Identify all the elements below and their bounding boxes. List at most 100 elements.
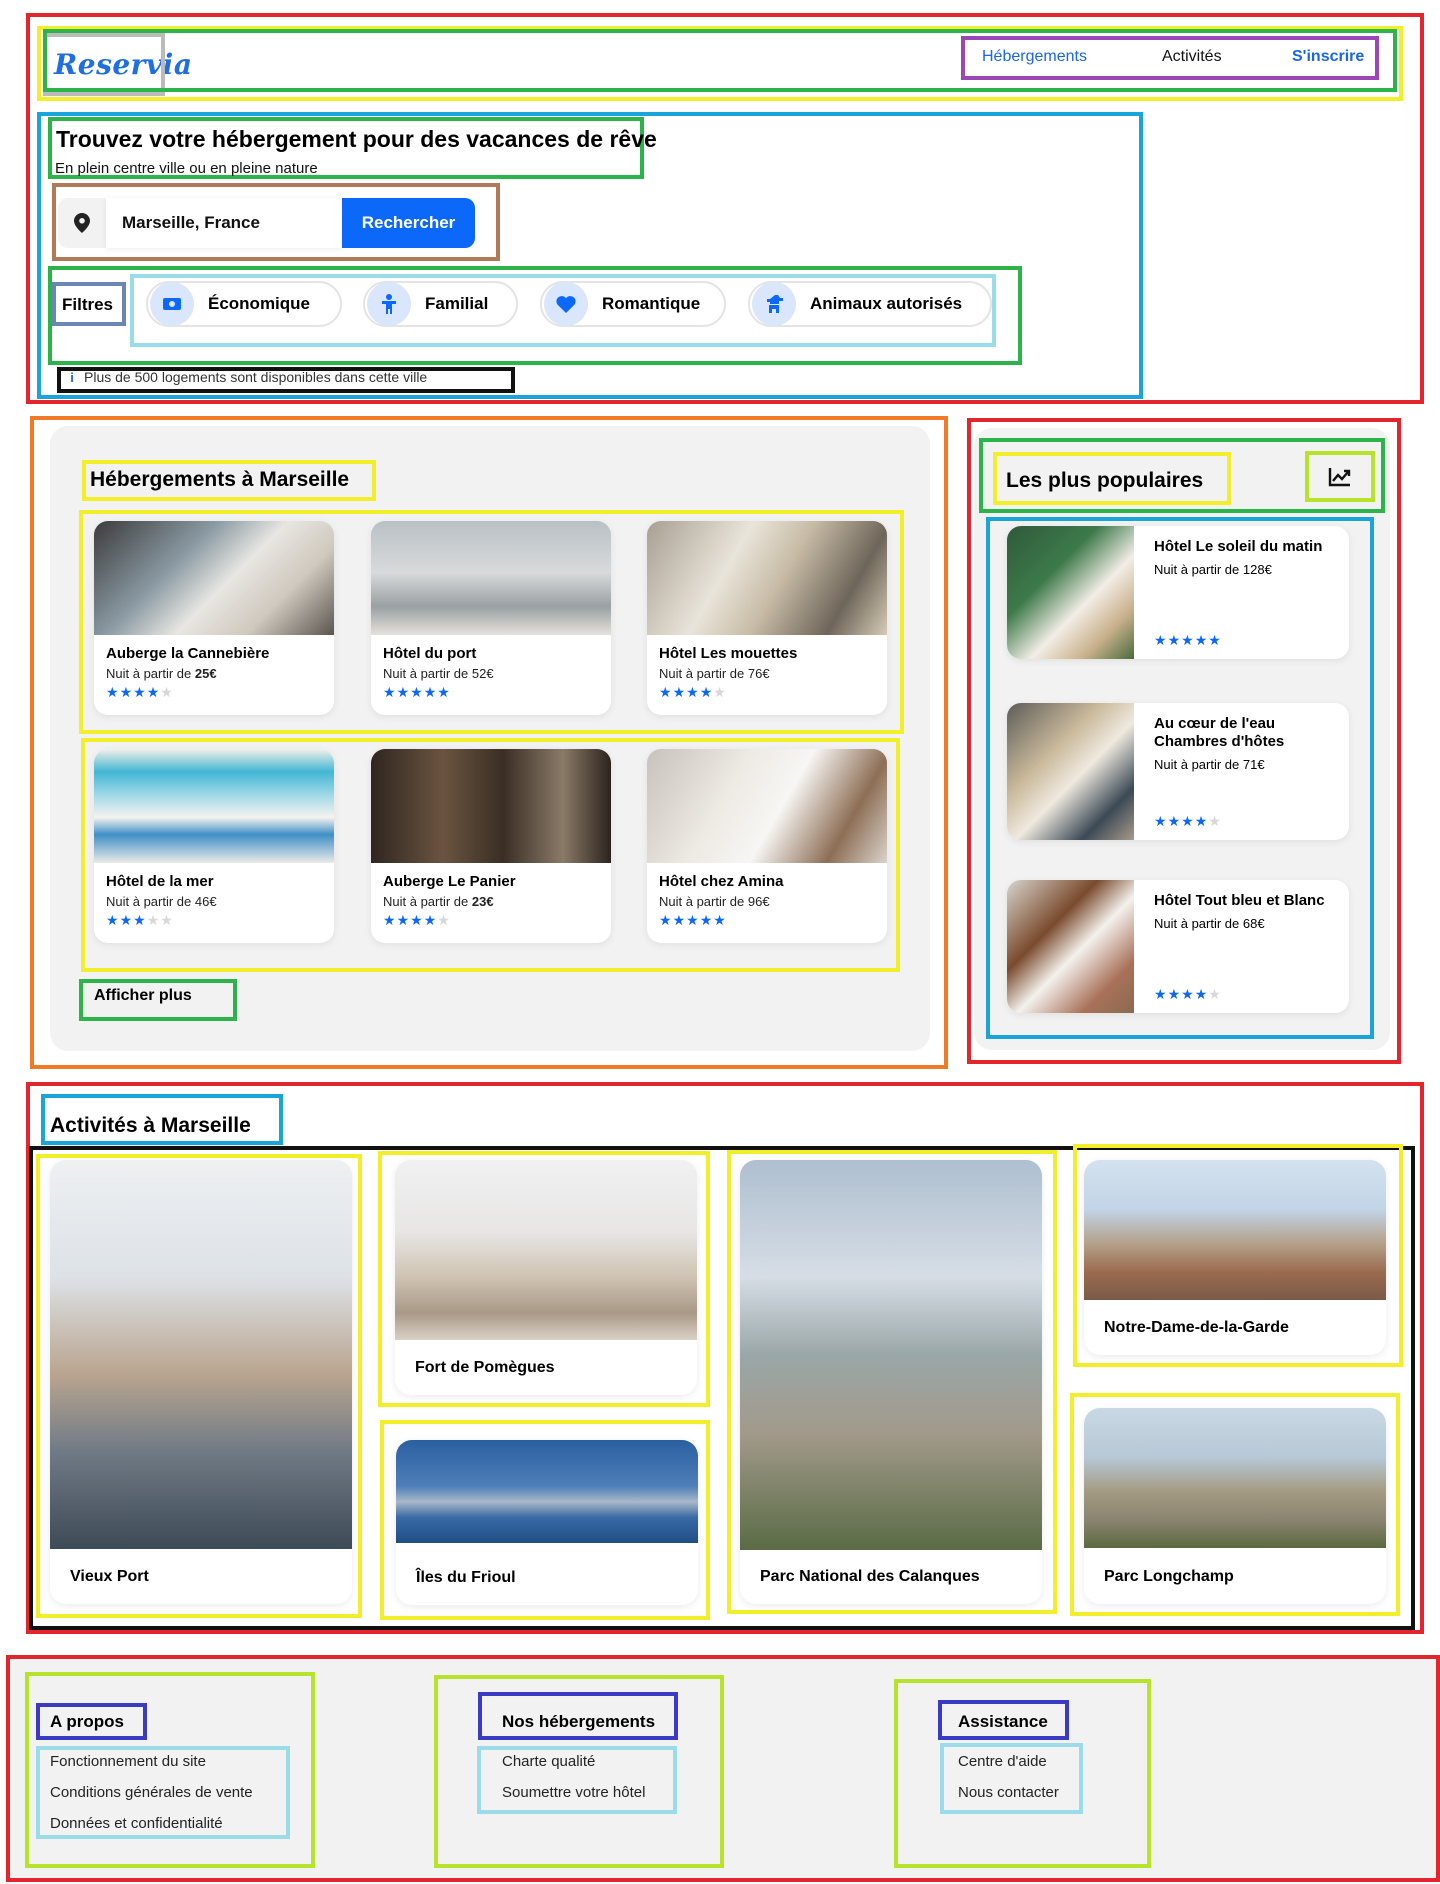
star-filled-icon: ★ — [423, 912, 437, 928]
hero-title: Trouvez votre hébergement pour des vacan… — [56, 126, 657, 152]
trending-up-icon — [1328, 467, 1352, 492]
hotel-card[interactable]: Hôtel Les mouettes Nuit à partir de 76€ … — [647, 521, 887, 715]
star-filled-icon: ★ — [1167, 813, 1181, 829]
hotel-photo — [1007, 880, 1134, 1013]
price-prefix: Nuit à partir de — [383, 666, 469, 681]
rating-stars: ★ ★ ★ ★ ★ — [1154, 987, 1221, 1001]
star-filled-icon: ★ — [659, 912, 672, 928]
star-filled-icon: ★ — [1154, 632, 1167, 648]
activity-card[interactable]: Notre-Dame-de-la-Garde — [1084, 1160, 1386, 1355]
star-filled-icon: ★ — [106, 912, 119, 928]
footer-link[interactable]: Soumettre votre hôtel — [502, 1777, 645, 1808]
star-filled-icon: ★ — [1154, 813, 1167, 829]
activity-card[interactable]: Parc Longchamp — [1084, 1408, 1386, 1604]
footer-link[interactable]: Charte qualité — [502, 1746, 645, 1777]
hotel-photo — [647, 749, 887, 863]
price-value: 76€ — [747, 666, 770, 681]
hotel-photo — [1007, 526, 1134, 659]
star-filled-icon: ★ — [133, 684, 146, 700]
filter-economique[interactable]: Économique — [146, 281, 342, 327]
child-icon — [367, 282, 411, 326]
logo[interactable]: Reservia — [54, 48, 192, 81]
star-filled-icon: ★ — [383, 684, 396, 700]
star-filled-icon: ★ — [1194, 813, 1208, 829]
star-filled-icon: ★ — [672, 684, 686, 700]
nav-activites[interactable]: Activités — [1162, 48, 1222, 66]
hotel-price: Nuit à partir de 68€ — [1154, 916, 1265, 931]
accommodations-title: Hébergements à Marseille — [90, 468, 350, 491]
star-filled-icon: ★ — [686, 912, 699, 928]
hotel-photo — [1007, 703, 1134, 840]
hotel-price: Nuit à partir de 128€ — [1154, 562, 1272, 577]
filter-label: Romantique — [602, 294, 701, 313]
star-filled-icon: ★ — [119, 912, 133, 928]
price-prefix: Nuit à partir de — [659, 894, 745, 909]
hotel-name: Hôtel chez Amina — [659, 873, 784, 890]
popular-card[interactable]: Au cœur de l'eau Chambres d'hôtes Nuit à… — [1007, 703, 1349, 840]
hotel-card[interactable]: Auberge Le Panier Nuit à partir de 23€ ★… — [371, 749, 611, 943]
popular-card[interactable]: Hôtel Tout bleu et Blanc Nuit à partir d… — [1007, 880, 1349, 1013]
nav-hebergements[interactable]: Hébergements — [982, 48, 1087, 66]
activity-name: Parc Longchamp — [1104, 1568, 1234, 1585]
show-more-button[interactable]: Afficher plus — [94, 987, 192, 1005]
activity-photo — [1084, 1160, 1386, 1300]
activities-title: Activités à Marseille — [50, 1114, 251, 1137]
activity-card[interactable]: Îles du Frioul — [396, 1440, 698, 1605]
footer-link[interactable]: Données et confidentialité — [50, 1808, 253, 1839]
hotel-price: Nuit à partir de 76€ — [659, 666, 887, 681]
hotel-card[interactable]: Hôtel du port Nuit à partir de 52€ ★ ★ ★ ★ ★ — [371, 521, 611, 715]
star-empty-icon: ★ — [437, 912, 450, 928]
star-filled-icon: ★ — [1194, 986, 1208, 1002]
star-filled-icon: ★ — [410, 912, 423, 928]
filter-animaux[interactable]: Animaux autorisés — [748, 281, 992, 327]
star-filled-icon: ★ — [699, 912, 713, 928]
price-value: 96€ — [747, 894, 770, 909]
filter-label: Animaux autorisés — [810, 294, 963, 313]
footer-heading-apropos: A propos — [50, 1712, 124, 1731]
star-empty-icon: ★ — [160, 912, 173, 928]
search-button[interactable]: Rechercher — [342, 198, 475, 248]
availability-text: Plus de 500 logements sont disponibles d… — [84, 369, 428, 385]
star-filled-icon: ★ — [1208, 632, 1221, 648]
star-filled-icon: ★ — [410, 684, 423, 700]
activity-photo — [740, 1160, 1042, 1550]
activity-card[interactable]: Fort de Pomègues — [395, 1160, 697, 1395]
footer-links-hebergements: Charte qualité Soumettre votre hôtel — [502, 1746, 645, 1808]
hotel-card[interactable]: Hôtel chez Amina Nuit à partir de 96€ ★ ★… — [647, 749, 887, 943]
filter-familial[interactable]: Familial — [363, 281, 518, 327]
hotel-card[interactable]: Hôtel de la mer Nuit à partir de 46€ ★ ★ ★… — [94, 749, 334, 943]
activity-card[interactable]: Parc National des Calanques — [740, 1160, 1042, 1604]
hotel-card[interactable]: Auberge la Cannebière Nuit à partir de 2… — [94, 521, 334, 715]
star-empty-icon: ★ — [713, 684, 726, 700]
star-filled-icon: ★ — [699, 684, 713, 700]
heart-icon — [544, 282, 588, 326]
popular-card[interactable]: Hôtel Le soleil du matin Nuit à partir d… — [1007, 526, 1349, 659]
nav-signup[interactable]: S'inscrire — [1292, 48, 1364, 66]
star-filled-icon: ★ — [119, 684, 133, 700]
rating-stars: ★ ★ ★ ★ ★ — [659, 913, 887, 927]
hotel-price: Nuit à partir de 23€ — [383, 894, 611, 909]
availability-info: i Plus de 500 logements sont disponibles… — [60, 369, 427, 385]
footer-link[interactable]: Fonctionnement du site — [50, 1746, 253, 1777]
star-filled-icon: ★ — [396, 912, 410, 928]
accommodations-panel — [50, 426, 930, 1051]
star-filled-icon: ★ — [1194, 632, 1208, 648]
price-prefix: Nuit à partir de — [383, 894, 469, 909]
footer-link[interactable]: Conditions générales de vente — [50, 1777, 253, 1808]
search-input[interactable] — [106, 198, 342, 248]
filter-romantique[interactable]: Romantique — [540, 281, 726, 327]
footer-heading-hebergements: Nos hébergements — [502, 1712, 656, 1731]
hotel-photo — [647, 521, 887, 635]
rating-stars: ★ ★ ★ ★ ★ — [383, 685, 611, 699]
star-filled-icon: ★ — [437, 684, 450, 700]
price-value: 46€ — [194, 894, 217, 909]
hero-subtitle: En plein centre ville ou en pleine natur… — [55, 160, 318, 177]
price-value: 23€ — [471, 894, 494, 909]
star-filled-icon: ★ — [672, 912, 686, 928]
footer-link[interactable]: Centre d'aide — [958, 1746, 1059, 1777]
activity-card[interactable]: Vieux Port — [50, 1160, 352, 1604]
hotel-price: Nuit à partir de 46€ — [106, 894, 334, 909]
footer-link[interactable]: Nous contacter — [958, 1777, 1059, 1808]
hotel-name: Hôtel de la mer — [106, 873, 214, 890]
info-icon: i — [70, 369, 74, 385]
